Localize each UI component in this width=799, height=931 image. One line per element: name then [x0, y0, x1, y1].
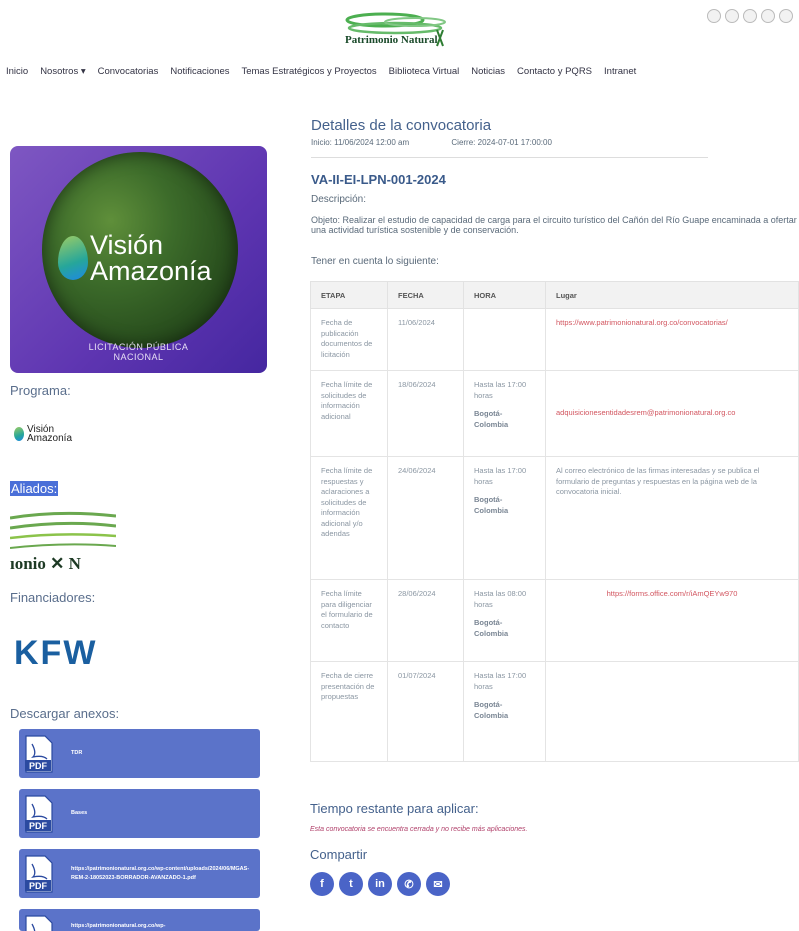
cell-hora: Hasta las 17:00 horas Bogotá-Colombia — [463, 456, 546, 580]
table-header-row: ETAPA FECHA HORA Lugar — [310, 281, 799, 309]
cell-etapa: Fecha límite de respuestas y aclaracione… — [310, 456, 388, 580]
linkedin-icon[interactable]: in — [368, 872, 392, 896]
annex-label: https://patrimonionatural.org.co/wp- — [71, 923, 166, 929]
poster-subtitle: LICITACIÓN PÚBLICA NACIONAL — [88, 342, 189, 362]
table-row: Fecha límite para diligenciar el formula… — [310, 579, 799, 662]
twitter-icon[interactable]: t — [339, 872, 363, 896]
programa-logo[interactable]: Visión Amazonía — [14, 425, 72, 444]
aliados-label: Aliados: — [10, 481, 59, 496]
annex-label: Bases — [71, 810, 88, 816]
cell-etapa: Fecha de publicación documentos de licit… — [310, 308, 388, 371]
header-social-icons — [707, 9, 793, 23]
cell-hora: Hasta las 08:00 horas Bogotá-Colombia — [463, 579, 546, 662]
cell-fecha: 28/06/2024 — [387, 579, 464, 662]
email-link[interactable]: adquisicionesentidadesrem@patrimonionatu… — [545, 370, 799, 457]
twitter-icon[interactable] — [743, 9, 757, 23]
svg-text:PDF: PDF — [29, 761, 48, 771]
cell-etapa: Fecha de cierre presentación de propuest… — [310, 661, 388, 762]
annex-label: https://patrimonionatural.org.co/wp-cont… — [71, 865, 250, 881]
convocatoria-code: VA-II-EI-LPN-001-2024 — [311, 172, 446, 187]
annex-mgas-button[interactable]: PDF https://patrimonionatural.org.co/wp-… — [19, 849, 260, 898]
cell-fecha: 24/06/2024 — [387, 456, 464, 580]
cierre-date: Cierre: 2024-07-01 17:00:00 — [451, 138, 552, 147]
kfw-logo[interactable]: KFW — [14, 634, 97, 673]
cell-hora — [463, 308, 546, 371]
nav-notificaciones[interactable]: Notificaciones — [170, 66, 229, 77]
table-row: Fecha límite de respuestas y aclaracione… — [310, 456, 799, 580]
header-lugar: Lugar — [545, 281, 799, 309]
poster-title: Visión Amazonía — [90, 230, 212, 286]
nav-intranet[interactable]: Intranet — [604, 66, 636, 77]
vision-amazonia-drop-icon — [14, 427, 24, 441]
header-etapa: ETAPA — [310, 281, 388, 309]
tener-en-cuenta-label: Tener en cuenta lo siguiente: — [311, 256, 439, 267]
logo-text: Patrimonio Natural — [345, 34, 438, 46]
facebook-icon[interactable]: f — [310, 872, 334, 896]
annex-label: TDR — [71, 750, 83, 756]
table-row: Fecha límite de solicitudes de informaci… — [310, 370, 799, 457]
pdf-icon — [25, 915, 53, 931]
cell-etapa: Fecha límite para diligenciar el formula… — [310, 579, 388, 662]
youtube-icon[interactable] — [779, 9, 793, 23]
descripcion-label: Descripción: — [311, 194, 367, 205]
nav-inicio[interactable]: Inicio — [6, 66, 28, 77]
svg-text:PDF: PDF — [29, 881, 48, 891]
programa-label: Programa: — [10, 383, 71, 398]
link-convocatorias[interactable]: https://www.patrimonionatural.org.co/con… — [545, 308, 799, 371]
svg-text:PDF: PDF — [29, 821, 48, 831]
cell-ciudad: Bogotá-Colombia — [474, 700, 509, 720]
nav-noticias[interactable]: Noticias — [471, 66, 505, 77]
cell-lugar — [545, 661, 799, 762]
table-row: Fecha de cierre presentación de propuest… — [310, 661, 799, 762]
cell-fecha: 18/06/2024 — [387, 370, 464, 457]
tiempo-restante-heading: Tiempo restante para aplicar: — [310, 801, 479, 816]
annex-tdr-button[interactable]: PDF TDR — [19, 729, 260, 778]
convocatoria-dates: Inicio: 11/06/2024 12:00 am Cierre: 2024… — [311, 138, 552, 147]
table-row: Fecha de publicación documentos de licit… — [310, 308, 799, 371]
annex-partial-button[interactable]: https://patrimonionatural.org.co/wp- — [19, 909, 260, 931]
cell-ciudad: Bogotá-Colombia — [474, 495, 509, 515]
email-icon[interactable]: ✉ — [426, 872, 450, 896]
pdf-icon: PDF — [25, 855, 53, 893]
vision-amazonia-drop-icon — [58, 236, 88, 280]
etapas-table: ETAPA FECHA HORA Lugar Fecha de publicac… — [310, 281, 799, 762]
aliado-patrimonio-logo[interactable]: ıonio ✕ N — [10, 506, 116, 574]
compartir-heading: Compartir — [310, 847, 368, 862]
nav-temas[interactable]: Temas Estratégicos y Proyectos — [241, 66, 376, 77]
nav-contacto[interactable]: Contacto y PQRS — [517, 66, 592, 77]
cell-ciudad: Bogotá-Colombia — [474, 618, 509, 638]
descargar-label: Descargar anexos: — [10, 706, 120, 721]
whatsapp-icon[interactable]: ✆ — [397, 872, 421, 896]
cell-hora: Hasta las 17:00 horas Bogotá-Colombia — [463, 370, 546, 457]
divider — [311, 157, 708, 158]
instagram-icon[interactable] — [725, 9, 739, 23]
pdf-icon: PDF — [25, 795, 53, 833]
annex-bases-button[interactable]: PDF Bases — [19, 789, 260, 838]
cell-etapa: Fecha límite de solicitudes de informaci… — [310, 370, 388, 457]
inicio-date: Inicio: 11/06/2024 12:00 am — [311, 138, 410, 147]
header-fecha: FECHA — [387, 281, 464, 309]
cell-hora: Hasta las 17:00 horas Bogotá-Colombia — [463, 661, 546, 762]
aliado-logo-swirl — [10, 511, 116, 549]
cell-fecha: 01/07/2024 — [387, 661, 464, 762]
site-header: Patrimonio Natural — [0, 0, 799, 60]
nav-nosotros[interactable]: Nosotros ▾ — [40, 66, 85, 77]
forms-link[interactable]: https://forms.office.com/r/iAmQEYw970 — [545, 579, 799, 662]
pdf-icon: PDF — [25, 735, 53, 773]
convocatoria-cerrada-message: Esta convocatoria se encuentra cerrada y… — [310, 826, 528, 833]
cell-lugar: Al correo electrónico de las firmas inte… — [545, 456, 799, 580]
convocatoria-poster: Visión Amazonía LICITACIÓN PÚBLICA NACIO… — [10, 146, 267, 373]
cell-fecha: 11/06/2024 — [387, 308, 464, 371]
cell-ciudad: Bogotá-Colombia — [474, 409, 509, 429]
page-title: Detalles de la convocatoria — [311, 117, 492, 134]
nav-biblioteca[interactable]: Biblioteca Virtual — [389, 66, 460, 77]
financiadores-label: Financiadores: — [10, 590, 96, 605]
email-icon[interactable] — [707, 9, 721, 23]
facebook-icon[interactable] — [761, 9, 775, 23]
nav-convocatorias[interactable]: Convocatorias — [98, 66, 159, 77]
header-hora: HORA — [463, 281, 546, 309]
main-nav: Inicio Nosotros ▾ Convocatorias Notifica… — [6, 66, 636, 77]
descripcion-text: Objeto: Realizar el estudio de capacidad… — [311, 215, 797, 235]
share-buttons: f t in ✆ ✉ — [310, 872, 450, 896]
